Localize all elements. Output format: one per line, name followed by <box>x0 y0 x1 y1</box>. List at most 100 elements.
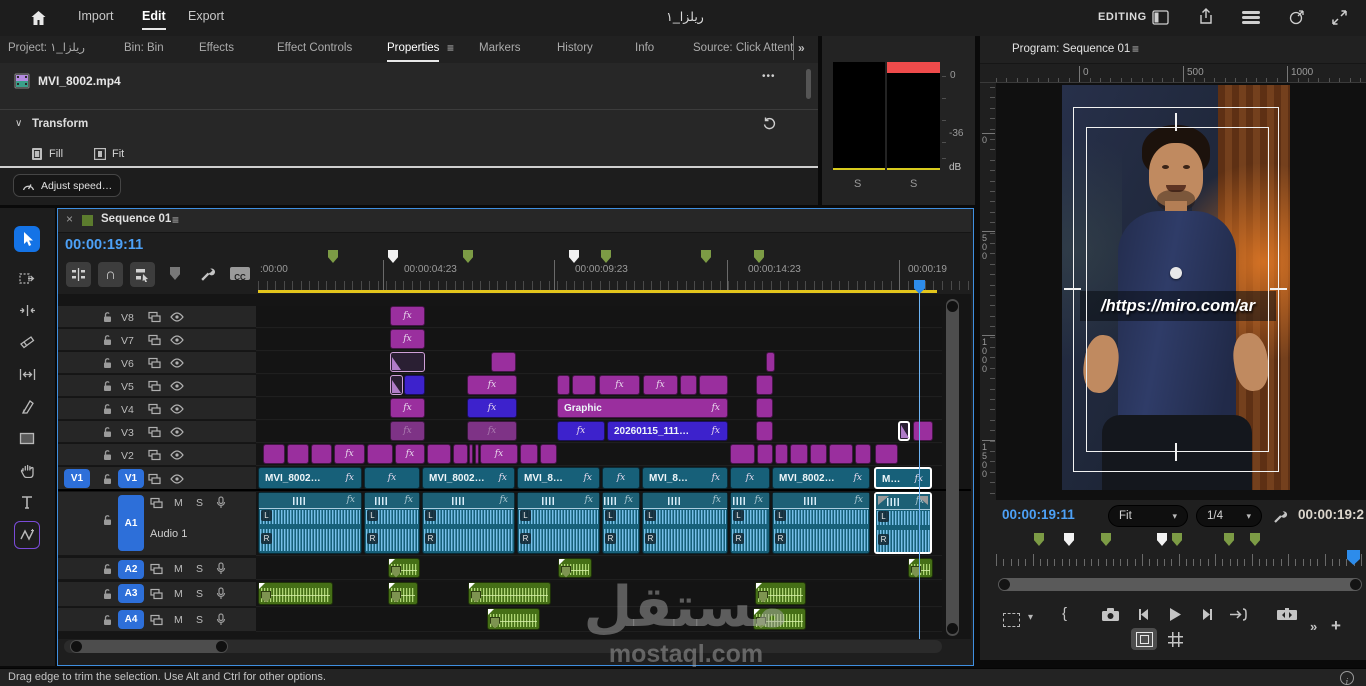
tab-markers[interactable]: Markers <box>479 36 521 60</box>
toggle-track-output-eye-icon[interactable] <box>170 334 184 345</box>
sequence-marker[interactable] <box>388 250 398 263</box>
play-button-icon[interactable] <box>1168 607 1182 622</box>
panel-overflow-chevron[interactable]: » <box>798 41 805 55</box>
mark-in-button[interactable]: { <box>1062 605 1067 622</box>
timeline-clip[interactable]: MVI_8… fx <box>642 467 728 489</box>
hand-tool[interactable] <box>14 457 40 483</box>
menu-item-export[interactable]: Export <box>188 9 224 23</box>
more-options-button[interactable]: ••• <box>762 71 776 82</box>
ripple-edit-tool[interactable] <box>14 297 40 323</box>
track-header-v3[interactable]: V3 <box>58 421 256 443</box>
tab-info[interactable]: Info <box>635 36 654 60</box>
sync-lock-icon[interactable] <box>148 449 161 461</box>
lock-icon[interactable] <box>102 311 113 323</box>
track-header-v5[interactable]: V5 <box>58 375 256 397</box>
properties-scrollbar[interactable] <box>806 69 811 99</box>
timeline-clip[interactable] <box>388 582 418 605</box>
pen-tool[interactable] <box>14 393 40 419</box>
toggle-track-output-eye-icon[interactable] <box>170 357 184 368</box>
timeline-clip[interactable] <box>810 444 827 464</box>
timeline-clip[interactable] <box>572 375 596 395</box>
export-frame-camera-icon[interactable] <box>1101 607 1120 622</box>
lock-icon[interactable] <box>102 403 113 415</box>
video-frame[interactable]: /https://miro.com/ar <box>1062 85 1290 490</box>
timeline-clip[interactable]: fx L R <box>642 492 728 554</box>
snap-button[interactable]: ∩ <box>98 262 123 287</box>
timeline-clip[interactable]: fx <box>480 444 518 464</box>
timeline-clip[interactable] <box>913 421 933 441</box>
tab-effect-controls[interactable]: Effect Controls <box>277 36 352 60</box>
timeline-clip[interactable]: MVI_8002… fx <box>422 467 515 489</box>
zoom-level-dropdown[interactable]: Fit ▾ <box>1108 505 1188 527</box>
timeline-clip[interactable]: fx <box>395 444 425 464</box>
adjust-speed-button[interactable]: Adjust speed… <box>13 174 121 197</box>
timeline-clip[interactable] <box>898 421 910 441</box>
timeline-clip[interactable] <box>520 444 538 464</box>
timeline-clip[interactable] <box>390 352 425 372</box>
toggle-track-output-eye-icon[interactable] <box>170 449 184 460</box>
timeline-clip[interactable] <box>491 352 516 372</box>
lock-icon[interactable] <box>102 357 113 369</box>
tab-sequence-01[interactable]: Sequence 01 <box>101 213 171 225</box>
timeline-clip[interactable] <box>311 444 332 464</box>
timeline-clip[interactable] <box>367 444 393 464</box>
toggle-track-output-eye-icon[interactable] <box>170 473 184 484</box>
stacked-panels-icon[interactable] <box>1241 10 1261 25</box>
solo-button[interactable]: S <box>196 497 203 509</box>
lock-icon[interactable] <box>102 380 113 392</box>
solo-button[interactable]: S <box>196 614 203 626</box>
timeline-clip[interactable] <box>475 444 479 464</box>
program-mini-timeline[interactable] <box>996 550 1362 566</box>
razor-tool[interactable] <box>14 329 40 355</box>
tab-source[interactable]: Source: Click Attenti <box>693 36 794 60</box>
transform-handle-bottom[interactable] <box>1175 443 1177 461</box>
sync-lock-icon[interactable] <box>148 357 161 369</box>
source-patch-v1[interactable]: V1 <box>64 469 90 488</box>
timeline-clip[interactable] <box>699 375 728 395</box>
timeline-clip[interactable] <box>388 558 420 578</box>
solo-button[interactable]: S <box>196 588 203 600</box>
timeline-clip[interactable]: fx <box>334 444 365 464</box>
menu-item-edit[interactable]: Edit <box>142 9 166 30</box>
timeline-clip[interactable]: MVI_8002… fx <box>772 467 870 489</box>
timeline-timecode[interactable]: 00:00:19:11 <box>65 237 143 253</box>
track-lane-v7[interactable] <box>256 329 942 351</box>
timeline-clip[interactable]: fx <box>467 375 517 395</box>
timeline-clip[interactable] <box>775 444 788 464</box>
sequence-marker[interactable] <box>601 250 611 263</box>
timeline-clip[interactable] <box>875 444 898 464</box>
track-lane-a3[interactable] <box>256 582 942 607</box>
program-marker[interactable] <box>1034 533 1044 546</box>
fade-in-handle[interactable] <box>878 496 889 505</box>
lock-icon[interactable] <box>102 426 113 438</box>
mask-selector-chevron[interactable]: ▾ <box>1028 612 1033 623</box>
timeline-clip[interactable]: fx <box>602 467 640 489</box>
timeline-panel-menu-icon[interactable]: ≡ <box>172 213 179 227</box>
timeline-vertical-scrollbar[interactable] <box>946 299 959 636</box>
transform-handle-right[interactable] <box>1270 288 1287 290</box>
transform-inner-rect[interactable] <box>1086 127 1269 452</box>
timeline-clip[interactable] <box>756 421 773 441</box>
track-lane-a2[interactable] <box>256 558 942 580</box>
sequence-marker[interactable] <box>328 250 338 263</box>
mask-selector-icon[interactable] <box>1003 613 1020 627</box>
track-header-v8[interactable]: V8 <box>58 306 256 328</box>
program-marker[interactable] <box>1157 533 1167 546</box>
toggle-track-output-eye-icon[interactable] <box>170 403 184 414</box>
tab-effects[interactable]: Effects <box>199 36 234 60</box>
timeline-horizontal-scrollbar[interactable] <box>64 640 942 653</box>
grid-overlay-icon[interactable] <box>1168 632 1183 647</box>
track-header-v6[interactable]: V6 <box>58 352 256 374</box>
program-marker[interactable] <box>1064 533 1074 546</box>
sync-lock-icon[interactable] <box>148 334 161 346</box>
selection-tool[interactable] <box>14 226 40 252</box>
track-header-v4[interactable]: V4 <box>58 398 256 420</box>
track-select-forward-tool[interactable] <box>14 265 40 291</box>
timeline-clip[interactable] <box>766 352 775 372</box>
lock-icon[interactable] <box>102 473 113 485</box>
sync-lock-icon[interactable] <box>150 563 163 575</box>
sync-lock-icon[interactable] <box>150 497 163 509</box>
timeline-clip[interactable]: fx L R <box>517 492 600 554</box>
linked-selection-button[interactable] <box>130 262 155 287</box>
timeline-clip[interactable] <box>855 444 871 464</box>
